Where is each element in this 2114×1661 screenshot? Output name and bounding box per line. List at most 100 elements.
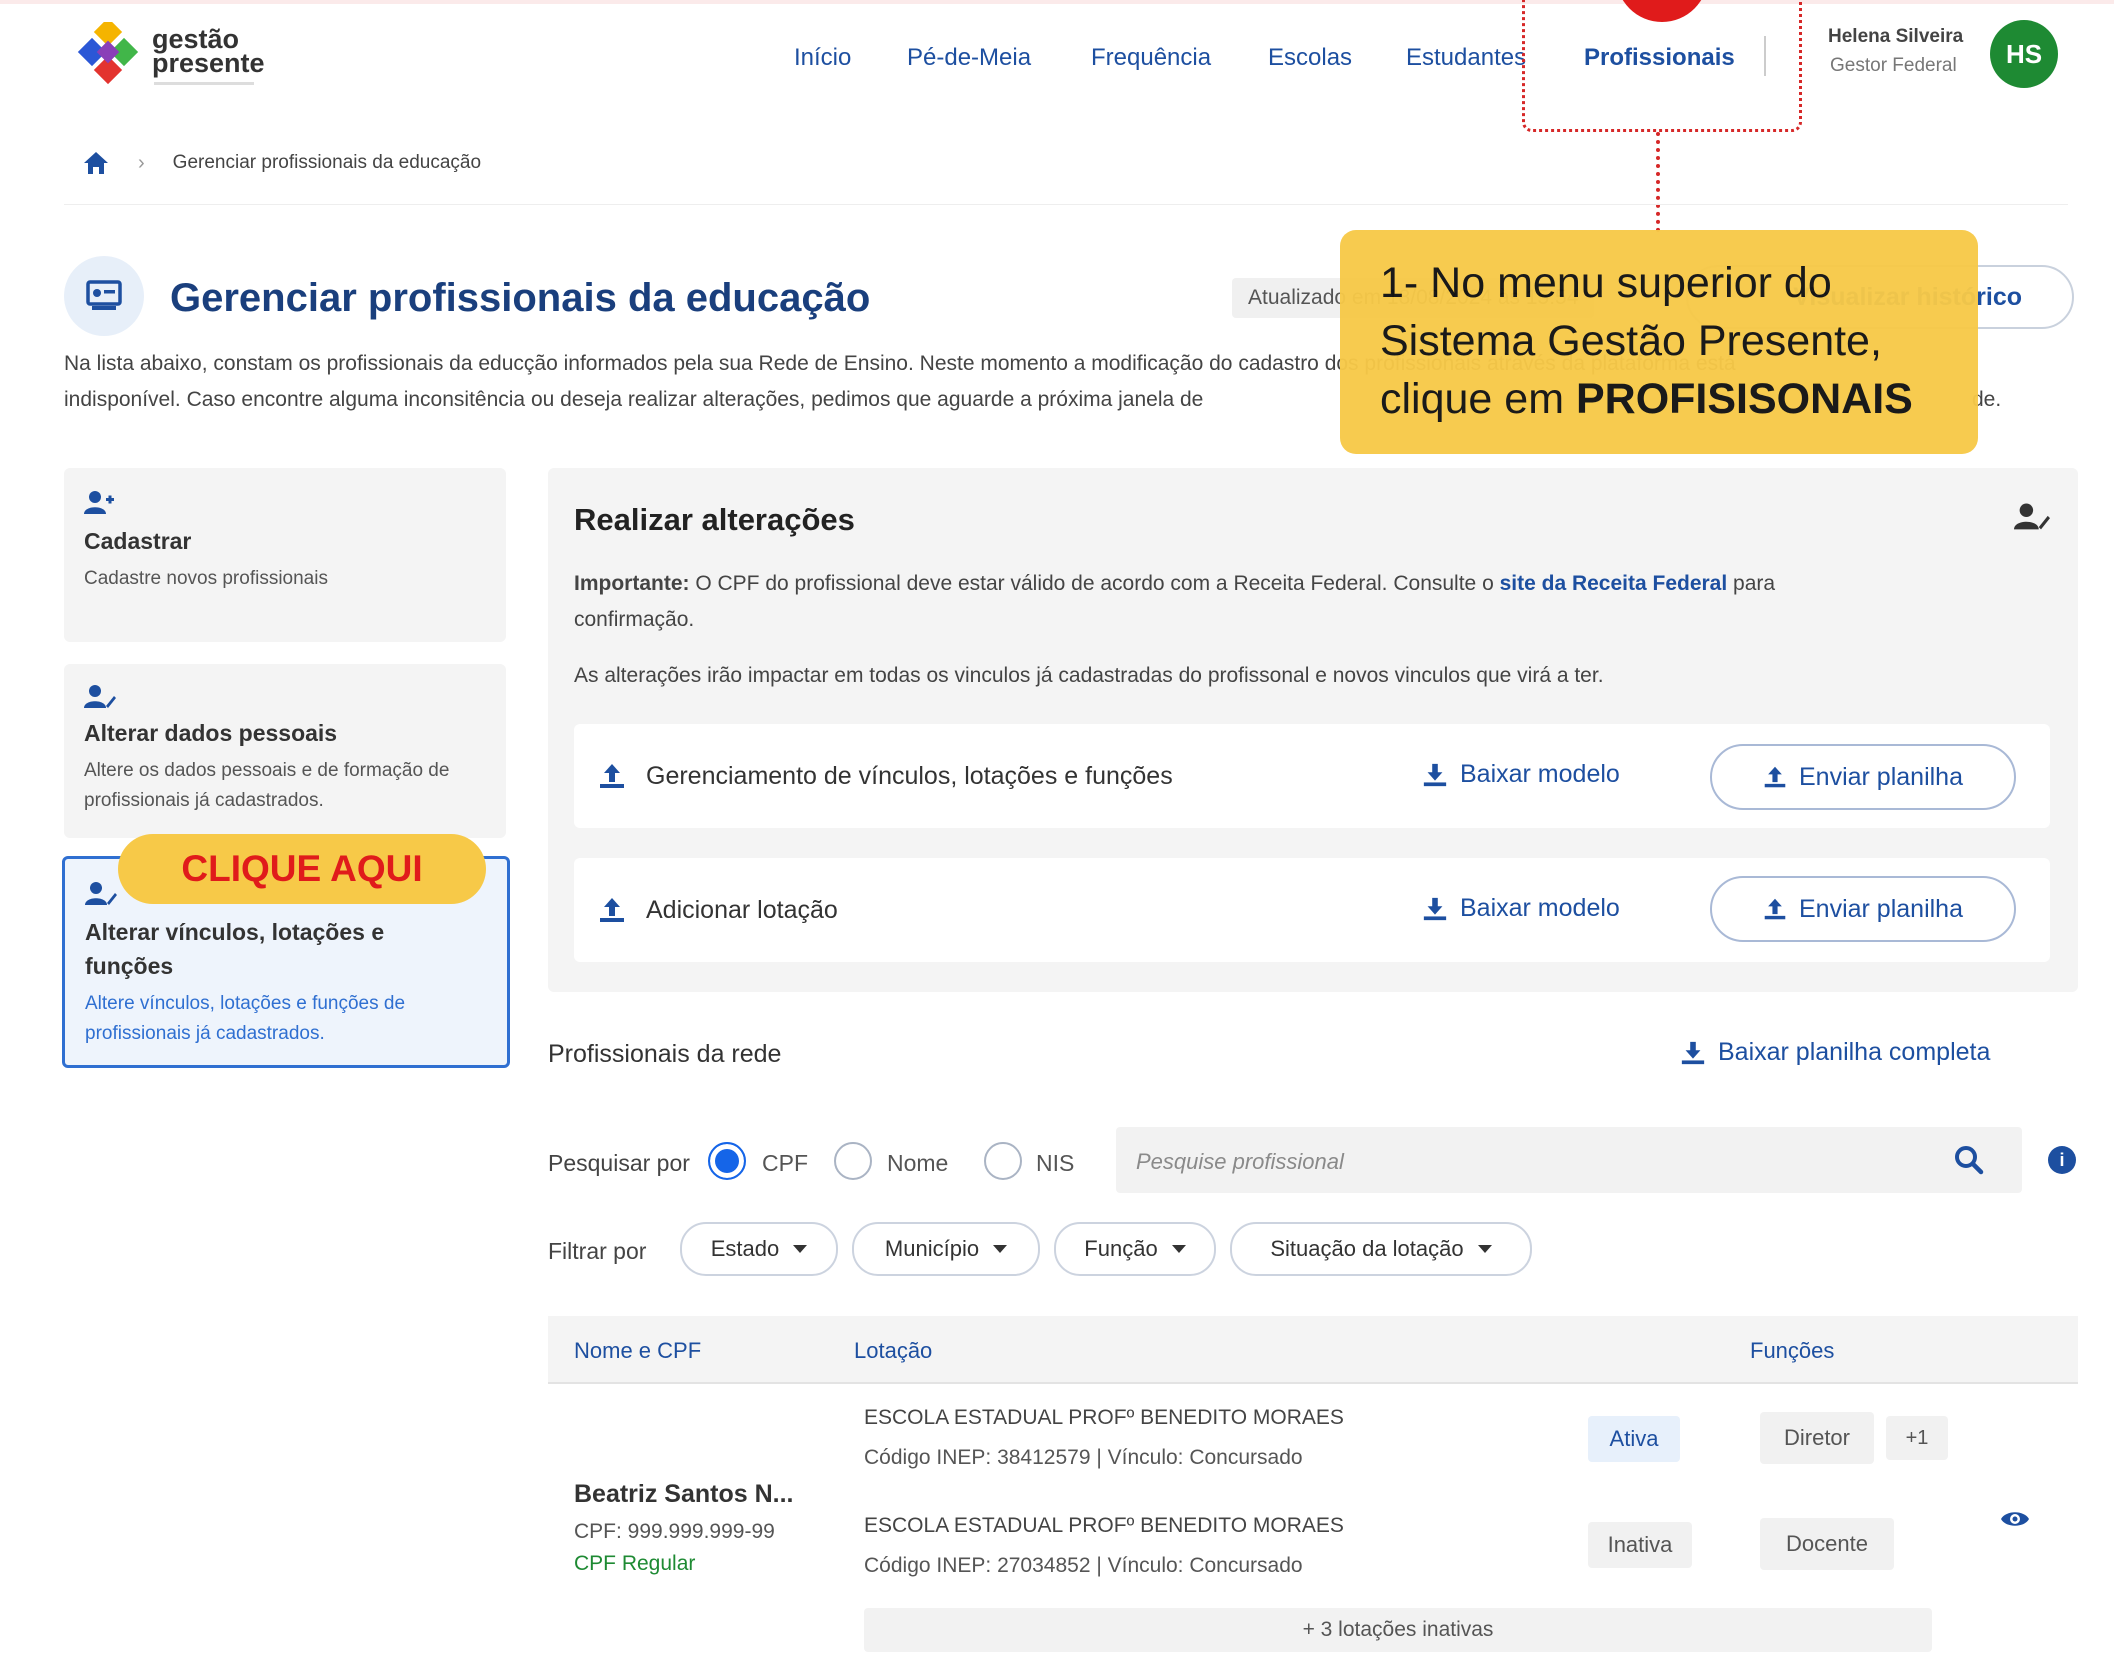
status-badge: Inativa	[1588, 1522, 1692, 1568]
page-description-2: indisponível. Caso encontre alguma incon…	[64, 388, 1204, 411]
receita-federal-link[interactable]: site da Receita Federal	[1500, 572, 1728, 595]
caret-down-icon	[993, 1245, 1008, 1253]
presentation-icon	[86, 280, 122, 310]
caret-down-icon	[1171, 1245, 1186, 1253]
sidebar-item-desc-2: profissionais já cadastrados.	[84, 790, 324, 811]
lotacao-school: ESCOLA ESTADUAL PROFº BENEDITO MORAES	[864, 1406, 1344, 1429]
caret-down-icon	[1477, 1245, 1492, 1253]
sidebar-item-title-2: funções	[85, 953, 174, 979]
radio-nis-label: NIS	[1036, 1150, 1075, 1176]
changes-panel: Realizar alterações Importante: O CPF do…	[548, 468, 2078, 992]
chevron-right-icon: ›	[138, 151, 145, 174]
logo-text-2: presente	[152, 48, 265, 78]
sidebar-item-alterar-dados[interactable]: Alterar dados pessoais Altere os dados p…	[64, 664, 506, 838]
lotacao-school: ESCOLA ESTADUAL PROFº BENEDITO MORAES	[864, 1514, 1344, 1537]
professional-name: Beatriz Santos N...	[574, 1480, 794, 1508]
important-text: Importante: O CPF do profissional deve e…	[574, 572, 1776, 595]
filter-municipio[interactable]: Município	[852, 1222, 1040, 1276]
download-icon	[1423, 763, 1447, 786]
page-icon-circle	[64, 256, 144, 336]
status-badge: Ativa	[1588, 1416, 1680, 1462]
upload-icon	[600, 764, 624, 788]
upload-icon	[1764, 766, 1786, 788]
nav-frequencia[interactable]: Frequência	[1091, 44, 1211, 72]
change-row-vinculos: Gerenciamento de vínculos, lotações e fu…	[574, 724, 2050, 828]
page-title: Gerenciar profissionais da educação	[170, 276, 871, 320]
logo-underline	[154, 82, 254, 85]
sidebar-item-desc: Cadastre novos profissionais	[84, 568, 328, 589]
nav-pe-de-meia[interactable]: Pé-de-Meia	[907, 44, 1031, 72]
table-row: Beatriz Santos N... CPF: 999.999.999-99 …	[548, 1386, 2078, 1661]
radio-cpf-label: CPF	[762, 1150, 808, 1176]
professional-cpf: CPF: 999.999.999-99	[574, 1520, 775, 1543]
annotation-connector	[1656, 132, 1660, 232]
impact-text: As alterações irão impactar em todas os …	[574, 664, 1604, 687]
breadcrumb: › Gerenciar profissionais da educação	[82, 148, 481, 178]
radio-nis[interactable]	[984, 1142, 1022, 1180]
lotacao-info: Código INEP: 27034852 | Vínculo: Concurs…	[864, 1554, 1303, 1577]
annotation-callout: 1- No menu superior do Sistema Gestão Pr…	[1340, 230, 1978, 454]
sidebar-item-title-1: Alterar vínculos, lotações e	[85, 919, 385, 945]
upload-icon	[1764, 898, 1786, 920]
user-edit-icon	[85, 882, 117, 905]
user-name: Helena Silveira	[1828, 26, 1964, 47]
avatar[interactable]: HS	[1990, 20, 2058, 88]
download-icon	[1681, 1041, 1705, 1064]
filter-label: Filtrar por	[548, 1238, 647, 1264]
sidebar-item-cadastrar[interactable]: Cadastrar Cadastre novos profissionais	[64, 468, 506, 642]
breadcrumb-current: Gerenciar profissionais da educação	[172, 152, 482, 173]
nav-estudantes[interactable]: Estudantes	[1406, 44, 1526, 72]
sidebar-item-desc-1: Altere os dados pessoais e de formação d…	[84, 760, 450, 781]
download-template-button[interactable]: Baixar modelo	[1422, 894, 1620, 923]
user-role: Gestor Federal	[1830, 55, 1957, 76]
logo-mark-icon	[77, 22, 139, 85]
radio-cpf[interactable]	[708, 1142, 746, 1180]
user-edit-icon	[84, 685, 116, 708]
home-icon[interactable]	[82, 150, 110, 176]
function-more-tag[interactable]: +1	[1886, 1416, 1948, 1460]
search-icon[interactable]	[1954, 1145, 1984, 1175]
lotacao-info: Código INEP: 38412579 | Vínculo: Concurs…	[864, 1446, 1303, 1469]
upload-sheet-button[interactable]: Enviar planilha	[1710, 744, 2016, 810]
cpf-status: CPF Regular	[574, 1552, 696, 1575]
important-text-2: confirmação.	[574, 608, 695, 631]
nav-inicio[interactable]: Início	[794, 44, 851, 72]
download-template-button[interactable]: Baixar modelo	[1422, 760, 1620, 789]
sidebar-item-title: Cadastrar	[84, 528, 192, 554]
inactive-lotacoes-button[interactable]: + 3 lotações inativas	[864, 1608, 1932, 1652]
network-title: Profissionais da rede	[548, 1040, 782, 1068]
logo[interactable]: gestão presente	[76, 22, 276, 92]
upload-sheet-button[interactable]: Enviar planilha	[1710, 876, 2016, 942]
breadcrumb-divider	[64, 204, 2068, 205]
sidebar-item-desc-2: profissionais já cadastrados.	[85, 1023, 325, 1044]
radio-nome[interactable]	[834, 1142, 872, 1180]
sidebar-item-desc-1: Altere vínculos, lotações e funções de	[85, 993, 406, 1014]
sidebar-item-title: Alterar dados pessoais	[84, 720, 338, 746]
user-add-icon	[84, 491, 114, 514]
download-icon	[1423, 897, 1447, 920]
column-lotacao[interactable]: Lotação	[854, 1338, 932, 1364]
function-tag: Diretor	[1760, 1412, 1874, 1464]
caret-down-icon	[793, 1245, 808, 1253]
column-nome-cpf[interactable]: Nome e CPF	[574, 1338, 701, 1364]
upload-icon	[600, 898, 624, 922]
function-tag: Docente	[1760, 1518, 1894, 1570]
info-icon[interactable]: i	[2048, 1146, 2076, 1174]
change-row-lotacao: Adicionar lotação Baixar modelo Enviar p…	[574, 858, 2050, 962]
user-edit-icon	[2014, 503, 2050, 530]
change-row-label: Adicionar lotação	[646, 896, 838, 924]
click-here-badge: CLIQUE AQUI	[118, 834, 486, 904]
column-funcoes[interactable]: Funções	[1750, 1338, 1834, 1364]
filter-situacao[interactable]: Situação da lotação	[1230, 1222, 1532, 1276]
table-header: Nome e CPF Lotação Funções	[548, 1316, 2078, 1384]
changes-title: Realizar alterações	[574, 502, 855, 537]
filter-estado[interactable]: Estado	[680, 1222, 838, 1276]
search-input[interactable]: Pesquise profissional	[1116, 1127, 2022, 1193]
filter-funcao[interactable]: Função	[1054, 1222, 1216, 1276]
nav-escolas[interactable]: Escolas	[1268, 44, 1352, 72]
change-row-label: Gerenciamento de vínculos, lotações e fu…	[646, 762, 1173, 790]
radio-nome-label: Nome	[887, 1150, 949, 1176]
eye-icon[interactable]	[2000, 1508, 2030, 1530]
download-all-button[interactable]: Baixar planilha completa	[1680, 1038, 1990, 1067]
search-label: Pesquisar por	[548, 1150, 690, 1176]
